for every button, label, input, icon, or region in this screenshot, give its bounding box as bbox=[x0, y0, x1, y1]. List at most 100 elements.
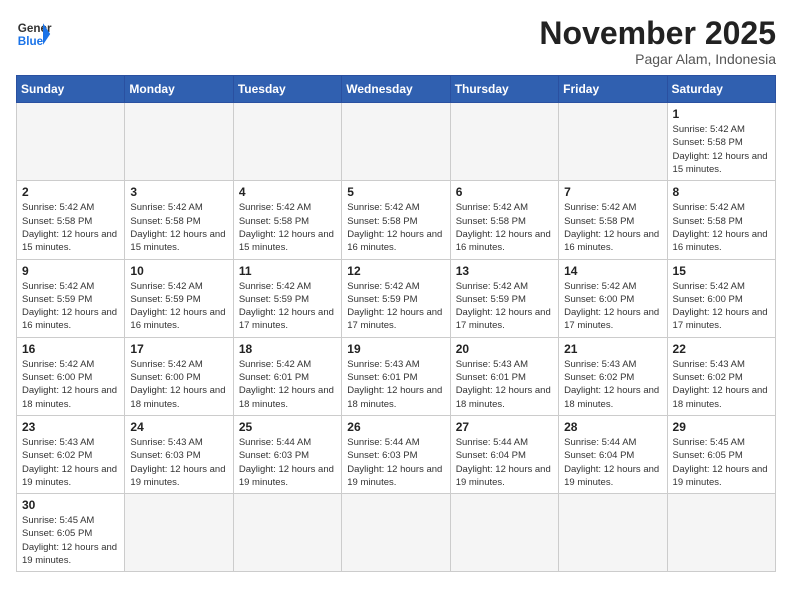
day-number: 26 bbox=[347, 420, 444, 434]
calendar-cell: 17Sunrise: 5:42 AM Sunset: 6:00 PM Dayli… bbox=[125, 337, 233, 415]
calendar-cell: 9 Sunrise: 5:42 AM Sunset: 5:59 PM Daylig… bbox=[17, 259, 125, 337]
calendar-table: SundayMondayTuesdayWednesdayThursdayFrid… bbox=[16, 75, 776, 572]
day-number: 27 bbox=[456, 420, 553, 434]
day-info: Sunrise: 5:43 AM Sunset: 6:03 PM Dayligh… bbox=[130, 436, 227, 489]
day-number: 17 bbox=[130, 342, 227, 356]
calendar-cell: 30Sunrise: 5:45 AM Sunset: 6:05 PM Dayli… bbox=[17, 494, 125, 572]
day-number: 15 bbox=[673, 264, 770, 278]
day-number: 13 bbox=[456, 264, 553, 278]
calendar-cell: 13 Sunrise: 5:42 AM Sunset: 5:59 PM Dayli… bbox=[450, 259, 558, 337]
day-number: 20 bbox=[456, 342, 553, 356]
day-number: 21 bbox=[564, 342, 661, 356]
calendar-week-2: 2Sunrise: 5:42 AM Sunset: 5:58 PM Daylig… bbox=[17, 181, 776, 259]
day-info: Sunrise: 5:43 AM Sunset: 6:02 PM Dayligh… bbox=[22, 436, 119, 489]
calendar-cell bbox=[450, 103, 558, 181]
day-number: 16 bbox=[22, 342, 119, 356]
calendar-cell: 12 Sunrise: 5:42 AM Sunset: 5:59 PM Dayli… bbox=[342, 259, 450, 337]
day-info: Sunrise: 5:44 AM Sunset: 6:04 PM Dayligh… bbox=[564, 436, 661, 489]
day-info: Sunrise: 5:43 AM Sunset: 6:02 PM Dayligh… bbox=[564, 358, 661, 411]
calendar-cell: 21 Sunrise: 5:43 AM Sunset: 6:02 PM Dayli… bbox=[559, 337, 667, 415]
calendar-cell: 28 Sunrise: 5:44 AM Sunset: 6:04 PM Dayli… bbox=[559, 415, 667, 493]
day-info: Sunrise: 5:42 AM Sunset: 5:59 PM Dayligh… bbox=[239, 280, 336, 333]
day-info: Sunrise: 5:42 AM Sunset: 5:59 PM Dayligh… bbox=[130, 280, 227, 333]
calendar-cell bbox=[667, 494, 775, 572]
day-number: 19 bbox=[347, 342, 444, 356]
calendar-cell: 16 Sunrise: 5:42 AM Sunset: 6:00 PM Dayli… bbox=[17, 337, 125, 415]
day-info: Sunrise: 5:44 AM Sunset: 6:03 PM Dayligh… bbox=[347, 436, 444, 489]
day-number: 18 bbox=[239, 342, 336, 356]
location-title: Pagar Alam, Indonesia bbox=[539, 51, 776, 67]
calendar-cell: 18Sunrise: 5:42 AM Sunset: 6:01 PM Dayli… bbox=[233, 337, 341, 415]
weekday-header-sunday: Sunday bbox=[17, 76, 125, 103]
calendar-week-3: 9 Sunrise: 5:42 AM Sunset: 5:59 PM Daylig… bbox=[17, 259, 776, 337]
calendar-cell bbox=[559, 494, 667, 572]
day-info: Sunrise: 5:44 AM Sunset: 6:03 PM Dayligh… bbox=[239, 436, 336, 489]
title-area: November 2025 Pagar Alam, Indonesia bbox=[539, 16, 776, 67]
day-info: Sunrise: 5:45 AM Sunset: 6:05 PM Dayligh… bbox=[673, 436, 770, 489]
calendar-week-5: 23 Sunrise: 5:43 AM Sunset: 6:02 PM Dayli… bbox=[17, 415, 776, 493]
day-number: 12 bbox=[347, 264, 444, 278]
calendar-cell: 3 Sunrise: 5:42 AM Sunset: 5:58 PM Daylig… bbox=[125, 181, 233, 259]
calendar-cell: 14Sunrise: 5:42 AM Sunset: 6:00 PM Dayli… bbox=[559, 259, 667, 337]
day-info: Sunrise: 5:42 AM Sunset: 6:00 PM Dayligh… bbox=[673, 280, 770, 333]
calendar-cell bbox=[233, 494, 341, 572]
calendar-cell bbox=[17, 103, 125, 181]
calendar-cell: 24Sunrise: 5:43 AM Sunset: 6:03 PM Dayli… bbox=[125, 415, 233, 493]
calendar-cell: 2Sunrise: 5:42 AM Sunset: 5:58 PM Daylig… bbox=[17, 181, 125, 259]
calendar-cell bbox=[559, 103, 667, 181]
day-number: 10 bbox=[130, 264, 227, 278]
day-info: Sunrise: 5:43 AM Sunset: 6:02 PM Dayligh… bbox=[673, 358, 770, 411]
weekday-header-thursday: Thursday bbox=[450, 76, 558, 103]
day-info: Sunrise: 5:42 AM Sunset: 5:58 PM Dayligh… bbox=[239, 201, 336, 254]
day-info: Sunrise: 5:42 AM Sunset: 5:58 PM Dayligh… bbox=[130, 201, 227, 254]
day-info: Sunrise: 5:44 AM Sunset: 6:04 PM Dayligh… bbox=[456, 436, 553, 489]
calendar-cell bbox=[233, 103, 341, 181]
day-number: 5 bbox=[347, 185, 444, 199]
day-number: 22 bbox=[673, 342, 770, 356]
calendar-cell: 29 Sunrise: 5:45 AM Sunset: 6:05 PM Dayli… bbox=[667, 415, 775, 493]
calendar-week-6: 30Sunrise: 5:45 AM Sunset: 6:05 PM Dayli… bbox=[17, 494, 776, 572]
day-number: 9 bbox=[22, 264, 119, 278]
calendar-cell: 7 Sunrise: 5:42 AM Sunset: 5:58 PM Daylig… bbox=[559, 181, 667, 259]
month-title: November 2025 bbox=[539, 16, 776, 51]
day-number: 7 bbox=[564, 185, 661, 199]
calendar-cell: 27 Sunrise: 5:44 AM Sunset: 6:04 PM Dayli… bbox=[450, 415, 558, 493]
day-info: Sunrise: 5:42 AM Sunset: 5:59 PM Dayligh… bbox=[347, 280, 444, 333]
calendar-cell: 23 Sunrise: 5:43 AM Sunset: 6:02 PM Dayli… bbox=[17, 415, 125, 493]
day-info: Sunrise: 5:42 AM Sunset: 5:59 PM Dayligh… bbox=[22, 280, 119, 333]
weekday-header-saturday: Saturday bbox=[667, 76, 775, 103]
weekday-header-monday: Monday bbox=[125, 76, 233, 103]
calendar-cell: 22 Sunrise: 5:43 AM Sunset: 6:02 PM Dayli… bbox=[667, 337, 775, 415]
day-number: 29 bbox=[673, 420, 770, 434]
day-info: Sunrise: 5:42 AM Sunset: 5:59 PM Dayligh… bbox=[456, 280, 553, 333]
day-number: 3 bbox=[130, 185, 227, 199]
day-number: 14 bbox=[564, 264, 661, 278]
calendar-cell bbox=[125, 494, 233, 572]
day-number: 28 bbox=[564, 420, 661, 434]
day-info: Sunrise: 5:42 AM Sunset: 5:58 PM Dayligh… bbox=[347, 201, 444, 254]
logo-icon: General Blue bbox=[16, 16, 52, 52]
day-number: 11 bbox=[239, 264, 336, 278]
calendar-week-4: 16 Sunrise: 5:42 AM Sunset: 6:00 PM Dayli… bbox=[17, 337, 776, 415]
day-info: Sunrise: 5:42 AM Sunset: 5:58 PM Dayligh… bbox=[564, 201, 661, 254]
weekday-header-tuesday: Tuesday bbox=[233, 76, 341, 103]
day-number: 6 bbox=[456, 185, 553, 199]
svg-text:Blue: Blue bbox=[18, 35, 44, 48]
day-number: 30 bbox=[22, 498, 119, 512]
day-info: Sunrise: 5:42 AM Sunset: 5:58 PM Dayligh… bbox=[456, 201, 553, 254]
day-number: 4 bbox=[239, 185, 336, 199]
day-number: 8 bbox=[673, 185, 770, 199]
day-info: Sunrise: 5:42 AM Sunset: 5:58 PM Dayligh… bbox=[673, 123, 770, 176]
calendar-cell: 25 Sunrise: 5:44 AM Sunset: 6:03 PM Dayli… bbox=[233, 415, 341, 493]
calendar-cell: 11 Sunrise: 5:42 AM Sunset: 5:59 PM Dayli… bbox=[233, 259, 341, 337]
logo: General Blue bbox=[16, 16, 52, 52]
day-info: Sunrise: 5:43 AM Sunset: 6:01 PM Dayligh… bbox=[347, 358, 444, 411]
calendar-header: General Blue November 2025 Pagar Alam, I… bbox=[16, 16, 776, 67]
day-info: Sunrise: 5:42 AM Sunset: 6:00 PM Dayligh… bbox=[22, 358, 119, 411]
calendar-cell: 15 Sunrise: 5:42 AM Sunset: 6:00 PM Dayli… bbox=[667, 259, 775, 337]
day-number: 23 bbox=[22, 420, 119, 434]
calendar-header-row: SundayMondayTuesdayWednesdayThursdayFrid… bbox=[17, 76, 776, 103]
calendar-week-1: 1Sunrise: 5:42 AM Sunset: 5:58 PM Daylig… bbox=[17, 103, 776, 181]
day-number: 25 bbox=[239, 420, 336, 434]
calendar-cell: 5 Sunrise: 5:42 AM Sunset: 5:58 PM Daylig… bbox=[342, 181, 450, 259]
